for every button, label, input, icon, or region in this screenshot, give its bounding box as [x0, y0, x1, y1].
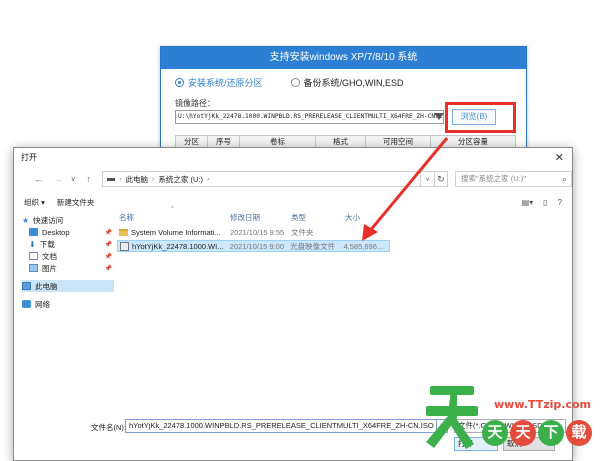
disc-image-icon	[120, 241, 129, 251]
col-name[interactable]: 名称	[117, 212, 230, 223]
new-folder-button[interactable]: 新建文件夹	[57, 197, 95, 208]
chevron-right-icon: ›	[152, 175, 155, 183]
col-date[interactable]: 修改日期	[230, 212, 291, 223]
navigation-bar: ← → ∨ ↑ › 此电脑 › 系统之家 (U:) › ∨ ↻ 搜索"系统之家 …	[14, 168, 573, 190]
help-icon[interactable]: ?	[558, 198, 562, 207]
network-icon	[22, 300, 31, 308]
drive-icon	[107, 177, 116, 181]
file-date: 2021/10/15 9:00	[229, 241, 284, 251]
file-name: hYotYjKk_22478.1000.WI...	[132, 241, 224, 251]
col-size[interactable]: 大小	[345, 212, 391, 223]
nav-quick-access[interactable]: ★ 快速访问	[22, 214, 114, 226]
watermark-url: www.TTzip.com	[494, 398, 591, 411]
filename-label: 文件名(N):	[91, 423, 126, 432]
file-type: 光盘映像文件	[290, 241, 336, 251]
dialog-toolbar: 组织 ▾ 新建文件夹 ▤▾ ▯ ?	[14, 193, 572, 211]
nav-desktop-label: Desktop	[42, 227, 70, 237]
radio-unselected-icon	[290, 78, 300, 87]
navigation-pane: ★ 快速访问 Desktop 📌 ⬇ 下载 📌 文档 📌 图片 📌 此电脑 网络	[22, 214, 114, 414]
chevron-right-icon: ›	[206, 175, 210, 183]
watermark-char: 天	[510, 420, 536, 446]
file-size: 4,585,696...	[343, 241, 384, 251]
recent-dropdown-icon[interactable]: ∨	[68, 175, 79, 183]
nav-this-pc-label: 此电脑	[35, 281, 58, 291]
file-name: System Volume Informati...	[131, 227, 221, 237]
search-placeholder: 搜索"系统之家 (U:)"	[460, 174, 526, 183]
mode-backup-label: 备份系统/GHO,WIN,ESD	[303, 78, 404, 88]
file-type: 文件夹	[291, 227, 314, 237]
up-arrow-icon[interactable]: ↑	[83, 174, 94, 184]
download-icon: ⬇	[29, 239, 36, 249]
site-watermark: www.TTzip.com 天 天 下 载	[420, 378, 600, 461]
path-dropdown-icon[interactable]	[434, 113, 444, 120]
nav-documents-label: 文档	[42, 251, 57, 261]
pin-icon: 📌	[104, 265, 112, 272]
nav-this-pc[interactable]: 此电脑	[22, 280, 114, 292]
chevron-right-icon: ›	[119, 175, 122, 183]
filename-input[interactable]: hYotYjKk_22478.1000.WINPBLD.RS_PRERELEAS…	[125, 419, 437, 433]
highlight-box	[445, 102, 516, 133]
mode-install-radio[interactable]: 安装系统/还原分区	[175, 76, 263, 89]
nav-pictures-label: 图片	[42, 263, 57, 273]
file-row-iso[interactable]: hYotYjKk_22478.1000.WI... 2021/10/15 9:0…	[117, 240, 390, 252]
file-date: 2021/10/15 9:55	[230, 227, 285, 237]
address-bar[interactable]: › 此电脑 › 系统之家 (U:) ›	[102, 171, 422, 187]
star-icon: ★	[22, 215, 30, 225]
mode-install-label: 安装系统/还原分区	[188, 78, 263, 88]
nav-downloads[interactable]: ⬇ 下载 📌	[22, 238, 114, 250]
col-type[interactable]: 类型	[291, 212, 345, 223]
pin-icon: 📌	[104, 241, 112, 248]
computer-icon	[22, 282, 31, 290]
radio-selected-icon	[175, 78, 184, 87]
search-icon: ⌕	[561, 174, 568, 184]
logo-mark	[426, 386, 478, 449]
watermark-characters: 天 天 下 载	[482, 420, 592, 446]
breadcrumb-drive[interactable]: 系统之家 (U:)	[158, 174, 203, 185]
nav-documents[interactable]: 文档 📌	[22, 250, 114, 262]
picture-icon	[29, 264, 38, 272]
organize-button[interactable]: 组织 ▾	[24, 197, 45, 208]
pin-icon: 📌	[104, 229, 112, 236]
document-icon	[29, 252, 38, 260]
view-controls: ▤▾ ▯ ?	[522, 198, 562, 207]
nav-desktop[interactable]: Desktop 📌	[22, 226, 114, 238]
image-path-label: 镜像路径：	[175, 99, 215, 108]
file-list-header: ^ 名称 修改日期 类型 大小	[117, 206, 563, 224]
address-dropdown-icon[interactable]: ∨	[421, 171, 435, 187]
refresh-icon[interactable]: ↻	[434, 171, 448, 187]
nav-network-label: 网络	[35, 299, 50, 309]
folder-icon	[119, 228, 128, 236]
installer-window: 支持安装windows XP/7/8/10 系统 安装系统/还原分区 备份系统/…	[160, 46, 527, 156]
pin-icon: 📌	[104, 253, 112, 260]
watermark-char: 天	[482, 420, 508, 446]
mode-backup-radio[interactable]: 备份系统/GHO,WIN,ESD	[290, 76, 404, 89]
mode-options: 安装系统/还原分区 备份系统/GHO,WIN,ESD	[175, 76, 404, 89]
nav-downloads-label: 下载	[39, 239, 55, 249]
view-options-icon[interactable]: ▤▾	[522, 198, 534, 207]
nav-pictures[interactable]: 图片 📌	[22, 262, 114, 274]
close-icon[interactable]: ✕	[555, 151, 564, 164]
nav-quick-access-label: 快速访问	[33, 215, 64, 225]
desktop-icon	[29, 228, 38, 236]
file-list: ^ 名称 修改日期 类型 大小 System Volume Informati.…	[117, 206, 563, 252]
dialog-title: 打开	[21, 152, 37, 162]
forward-arrow-icon[interactable]: →	[52, 174, 63, 184]
installer-title: 支持安装windows XP/7/8/10 系统	[161, 47, 526, 69]
breadcrumb-this-pc[interactable]: 此电脑	[126, 174, 149, 185]
nav-network[interactable]: 网络	[22, 298, 114, 310]
preview-pane-icon[interactable]: ▯	[543, 198, 547, 207]
search-input[interactable]: 搜索"系统之家 (U:)" ⌕	[454, 171, 573, 187]
watermark-char: 载	[566, 420, 592, 446]
sort-ascending-icon: ^	[171, 206, 174, 212]
file-row-system-volume[interactable]: System Volume Informati... 2021/10/15 9:…	[117, 226, 563, 238]
back-arrow-icon[interactable]: ←	[33, 174, 44, 184]
image-path-field[interactable]: U:\hYotYjKk_22478.1000.WINPBLD.RS_PREREL…	[175, 110, 444, 124]
watermark-char: 下	[538, 420, 564, 446]
